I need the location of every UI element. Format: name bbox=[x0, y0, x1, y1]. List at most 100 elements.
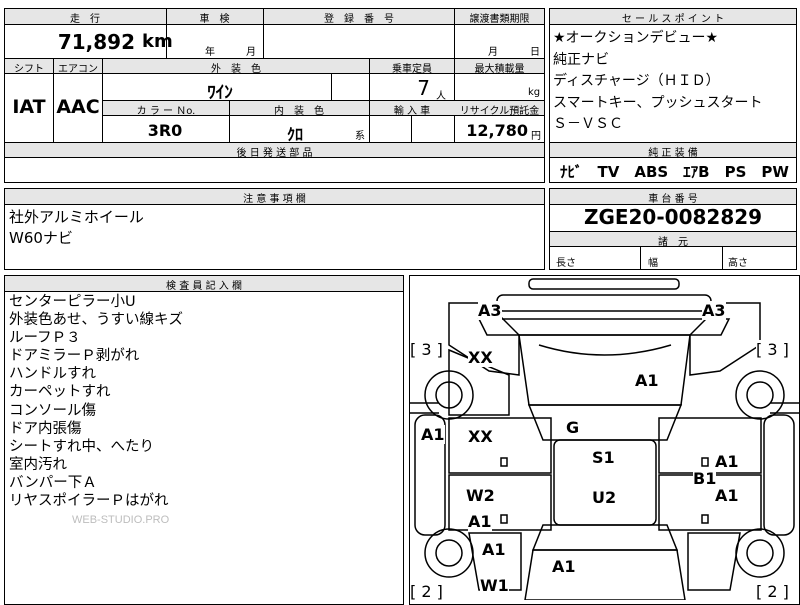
left-front-door bbox=[448, 417, 552, 474]
mark-xx-top: XX bbox=[468, 348, 493, 367]
equipment-header: 純 正 装 備 bbox=[648, 148, 698, 159]
front-bumper bbox=[496, 294, 712, 312]
hood-line bbox=[538, 344, 672, 356]
mark-a1-left-rear: A1 bbox=[468, 512, 492, 531]
windshield bbox=[527, 404, 683, 441]
aircon-value: AAC bbox=[56, 96, 100, 118]
inspector-line: バンパー下Ａ bbox=[9, 474, 97, 491]
capacity-value: 7 bbox=[417, 76, 430, 100]
mark-w2: W2 bbox=[466, 486, 495, 505]
notes-list: 社外アルミホイール W60ナビ bbox=[9, 207, 144, 249]
height-label: 高さ bbox=[728, 258, 748, 269]
left-mirror bbox=[409, 402, 439, 414]
inspector-list: センターピラー小U 外装色あせ、うすい線キズ ルーフＰ３ ドアミラーＰ剥がれ ハ… bbox=[9, 293, 183, 510]
right-rear-handle bbox=[701, 514, 709, 524]
recycle-unit: 円 bbox=[531, 131, 541, 142]
mark-a1-left-bottom: A1 bbox=[482, 540, 506, 559]
left-rear-handle bbox=[500, 514, 508, 524]
chassis-header: 車 台 番 号 bbox=[648, 194, 698, 205]
inspector-line: ルーフＰ３ bbox=[9, 330, 81, 347]
bracket-bottom-left: [ 2 ] bbox=[410, 582, 443, 601]
inspector-line: センターピラー小U bbox=[9, 294, 136, 310]
inspector-line: リヤスポイラーＰはがれ bbox=[9, 493, 169, 510]
recycle-value: 12,780 bbox=[466, 121, 528, 140]
shift-value: IAT bbox=[12, 96, 46, 118]
later-parts-label: 後 日 発 送 部 品 bbox=[236, 148, 313, 159]
interior-color-label: 内 装 色 bbox=[274, 106, 324, 117]
sales-points-header: セ ー ル ス ポ イ ン ト bbox=[621, 14, 725, 25]
mileage-value: 71,892 bbox=[57, 30, 135, 54]
note-line: W60ナビ bbox=[9, 229, 73, 247]
left-rear-door bbox=[448, 474, 552, 531]
right-front-handle bbox=[701, 457, 709, 467]
inspection-label: 車 検 bbox=[199, 14, 230, 25]
watermark: WEB-STUDIO.PRO bbox=[72, 514, 170, 526]
mark-a1-hood: A1 bbox=[635, 371, 659, 390]
mileage-label: 走 行 bbox=[70, 14, 100, 25]
inspector-line: カーペットすれ bbox=[9, 384, 111, 401]
bracket-top-right: [ 3 ] bbox=[756, 340, 789, 359]
inspector-line: ドアミラーＰ剥がれ bbox=[9, 348, 140, 365]
shift-label: シフト bbox=[14, 64, 44, 75]
right-rear-quarter bbox=[687, 532, 741, 591]
chassis-number: ZGE20-0082829 bbox=[583, 205, 763, 229]
inspection-year-unit: 年 bbox=[205, 47, 215, 58]
mark-a3-left: A3 bbox=[478, 301, 502, 320]
right-mirror bbox=[770, 402, 800, 414]
front-bumper-bar bbox=[528, 278, 680, 290]
interior-suffix: 系 bbox=[355, 131, 365, 142]
color-no-value: 3R0 bbox=[147, 121, 183, 140]
equipment-value: ﾅﾋﾞ TV ABS ｴｱB PS PW bbox=[560, 163, 789, 181]
mark-a1-right-door: A1 bbox=[715, 452, 739, 471]
left-rear-wheel bbox=[424, 528, 474, 578]
sales-point-line: ★オークションデビュー★ bbox=[553, 30, 719, 46]
hood bbox=[518, 334, 691, 406]
mark-xx-mid: XX bbox=[468, 427, 493, 446]
mark-s1: S1 bbox=[592, 448, 615, 467]
inspector-line: ドア内張傷 bbox=[9, 420, 82, 437]
inspector-line: 外装色あせ、うすい線キズ bbox=[9, 312, 183, 329]
right-front-wheel bbox=[735, 370, 785, 420]
inspector-line: シートすれ中、へたり bbox=[9, 438, 154, 455]
load-unit: kg bbox=[528, 87, 541, 98]
bracket-bottom-right: [ 2 ] bbox=[756, 582, 789, 601]
trunk bbox=[524, 549, 686, 600]
import-label: 輸 入 車 bbox=[393, 106, 431, 117]
registration-label: 登 録 番 号 bbox=[324, 14, 394, 25]
bracket-top-left: [ 3 ] bbox=[410, 340, 443, 359]
inspector-header: 検 査 員 記 入 欄 bbox=[166, 281, 242, 292]
sales-points-list: ★オークションデビュー★ 純正ナビ ディスチャージ（ＨＩＤ） スマートキー、プッ… bbox=[553, 28, 796, 136]
inspector-line: 室内汚れ bbox=[9, 456, 67, 473]
color-no-label: カ ラ ー Ｎo. bbox=[136, 106, 196, 117]
dims-header: 諸 元 bbox=[658, 237, 688, 248]
right-rear-wheel bbox=[735, 528, 785, 578]
mark-g: G bbox=[566, 418, 580, 437]
sales-point-line: ディスチャージ（ＨＩＤ） bbox=[553, 73, 720, 89]
transfer-label: 譲渡書類期限 bbox=[469, 14, 530, 25]
mark-a3-right: A3 bbox=[702, 301, 726, 320]
right-sill bbox=[763, 414, 795, 536]
mark-w1: W1 bbox=[480, 576, 509, 595]
sales-point-line: スマートキー、プッシュスタート bbox=[553, 94, 763, 111]
notes-header: 注 意 事 項 欄 bbox=[243, 194, 306, 205]
right-front-door bbox=[658, 417, 762, 474]
mark-a1-trunk: A1 bbox=[552, 557, 576, 576]
capacity-label: 乗車定員 bbox=[392, 64, 432, 75]
inspector-line: ハンドルすれ bbox=[9, 366, 96, 383]
inspector-line: コンソール傷 bbox=[9, 402, 96, 419]
length-label: 長さ bbox=[556, 258, 576, 269]
recycle-label: リサイクル預託金 bbox=[459, 106, 540, 117]
exterior-color-label: 外 装 色 bbox=[211, 64, 261, 75]
max-load-label: 最大積載量 bbox=[474, 64, 525, 75]
mark-u2: U2 bbox=[592, 488, 617, 507]
note-line: 社外アルミホイール bbox=[9, 208, 144, 226]
sales-point-line: Ｓ－ＶＳＣ bbox=[553, 116, 623, 132]
width-label: 幅 bbox=[648, 258, 658, 269]
mileage-unit: km bbox=[142, 31, 173, 52]
mark-a1-right-rear: A1 bbox=[715, 486, 739, 505]
transfer-month-unit: 月 bbox=[488, 47, 498, 58]
transfer-day-unit: 日 bbox=[530, 47, 540, 58]
rear-window bbox=[531, 524, 679, 551]
sales-point-line: 純正ナビ bbox=[553, 51, 609, 68]
mark-a1-left-fender: A1 bbox=[421, 425, 445, 444]
